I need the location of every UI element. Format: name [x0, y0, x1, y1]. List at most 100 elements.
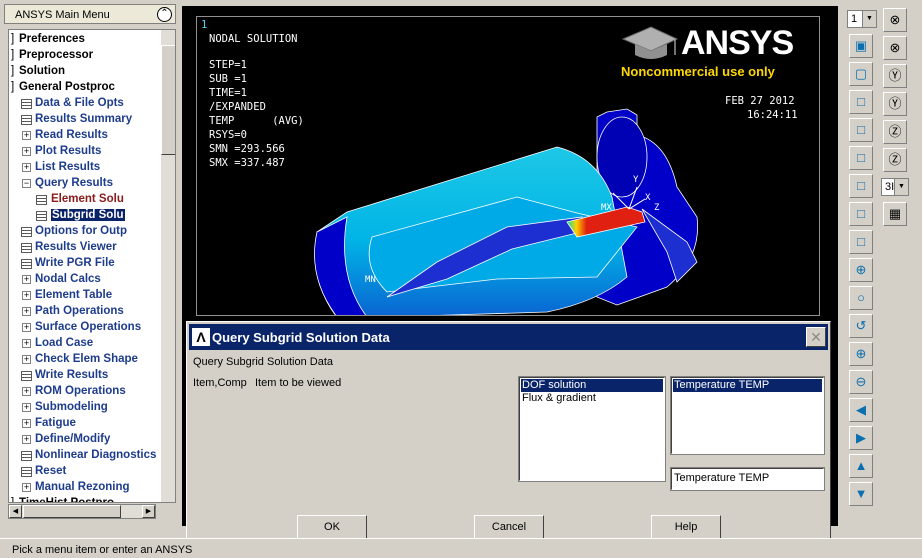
- left-view-icon: □: [857, 206, 865, 221]
- expand-icon[interactable]: +: [22, 387, 31, 396]
- list-item[interactable]: Temperature TEMP: [673, 379, 822, 392]
- window-select[interactable]: 1 ▼: [847, 10, 877, 28]
- right-view-icon: □: [857, 234, 865, 249]
- zoom-back-icon: ↺: [855, 318, 867, 333]
- dialog-titlebar[interactable]: Λ Query Subgrid Solution Data ✕: [189, 324, 828, 350]
- expand-icon[interactable]: +: [22, 355, 31, 364]
- rotate-z-plus-button[interactable]: Ⓩ: [883, 120, 907, 144]
- collapse-icon[interactable]: −: [22, 179, 31, 188]
- list-item[interactable]: DOF solution: [521, 379, 663, 392]
- top-view-button[interactable]: □: [849, 146, 873, 170]
- menu-item-label: Nodal Calcs: [35, 273, 101, 285]
- back-view-icon: □: [857, 122, 865, 137]
- ansys-logo-text: ANSYS: [681, 24, 794, 62]
- menu-item-label: Define/Modify: [35, 433, 111, 445]
- selected-value-text: Temperature TEMP: [674, 472, 770, 484]
- pan-down-button[interactable]: ▼: [849, 482, 873, 506]
- zoom-in-icon: ⊕: [855, 262, 867, 277]
- rotate-y-minus-button[interactable]: Ⓨ: [883, 92, 907, 116]
- bottom-view-button[interactable]: □: [849, 174, 873, 198]
- menu-item-label: Surface Operations: [35, 321, 142, 333]
- expand-icon[interactable]: +: [22, 403, 31, 412]
- dialog-title: Query Subgrid Solution Data: [212, 330, 390, 345]
- category-list[interactable]: DOF solution Flux & gradient: [518, 376, 666, 482]
- solution-line-6: /EXPANDED: [209, 101, 266, 113]
- graphics-viewport[interactable]: 1 NODAL SOLUTION STEP=1 SUB =1 TIME=1 /E…: [196, 16, 820, 316]
- view-select-value: 3I: [885, 181, 895, 193]
- chevron-down-icon[interactable]: ▼: [862, 11, 876, 27]
- menu-horizontal-scrollbar[interactable]: ◀ ▶: [8, 504, 156, 519]
- selected-value-field[interactable]: Temperature TEMP: [670, 467, 825, 491]
- solution-line-10: SMX =337.487: [209, 157, 285, 169]
- view-select[interactable]: 3I ▼: [881, 178, 909, 196]
- isometric-view-button[interactable]: ▣: [849, 34, 873, 58]
- rotate-x-plus-icon: ⊗: [889, 12, 901, 27]
- left-view-button[interactable]: □: [849, 202, 873, 226]
- dialog-heading: Query Subgrid Solution Data: [193, 356, 334, 368]
- rotate-x-plus-button[interactable]: ⊗: [883, 8, 907, 32]
- menu-command-icon: [21, 227, 32, 237]
- expand-icon[interactable]: +: [22, 323, 31, 332]
- zoom-back-button[interactable]: ↺: [849, 314, 873, 338]
- close-icon[interactable]: ✕: [806, 327, 826, 347]
- pan-left-button[interactable]: ◀: [849, 398, 873, 422]
- expand-icon[interactable]: +: [22, 419, 31, 428]
- help-button[interactable]: Help: [651, 515, 721, 540]
- menu-item-label: Submodeling: [35, 401, 108, 413]
- rotate-z-minus-button[interactable]: Ⓩ: [883, 148, 907, 172]
- menu-item-label: Element Table: [35, 289, 113, 301]
- pan-right-button[interactable]: ▶: [849, 426, 873, 450]
- menu-command-icon: [36, 195, 47, 205]
- main-menu-title: ANSYS Main Menu: [15, 9, 110, 21]
- front-view-icon: □: [857, 94, 865, 109]
- dynamic-mode-button[interactable]: ▦: [883, 202, 907, 226]
- dynamic-mode-icon: ▦: [888, 206, 902, 221]
- list-item[interactable]: Flux & gradient: [521, 392, 663, 405]
- component-list[interactable]: Temperature TEMP: [670, 376, 825, 455]
- ansys-icon: Λ: [192, 328, 210, 346]
- menu-hscroll-thumb[interactable]: [23, 505, 121, 518]
- expand-icon[interactable]: +: [22, 147, 31, 156]
- expand-icon[interactable]: +: [22, 291, 31, 300]
- menu-item-label: Check Elem Shape: [35, 353, 138, 365]
- zoom-button[interactable]: ○: [849, 286, 873, 310]
- menu-item-label: ROM Operations: [35, 385, 126, 397]
- front-view-button[interactable]: □: [849, 90, 873, 114]
- chevron-down-icon[interactable]: ▼: [894, 179, 908, 195]
- magnify-icon: ⊕: [855, 346, 867, 361]
- query-subgrid-dialog: Λ Query Subgrid Solution Data ✕ Query Su…: [186, 321, 831, 558]
- menu-item-label: Results Viewer: [35, 241, 117, 253]
- rotate-y-plus-button[interactable]: Ⓨ: [883, 64, 907, 88]
- main-menu-panel: ANSYS Main Menu ⌃ ] Preferences] Preproces…: [0, 0, 180, 534]
- cancel-button[interactable]: Cancel: [474, 515, 544, 540]
- ok-button[interactable]: OK: [297, 515, 367, 540]
- pan-up-button[interactable]: ▲: [849, 454, 873, 478]
- rotate-x-minus-icon: ⊗: [889, 40, 901, 55]
- label-min: MN: [365, 275, 376, 285]
- expand-icon[interactable]: +: [22, 483, 31, 492]
- rotate-x-minus-button[interactable]: ⊗: [883, 36, 907, 60]
- solution-line-9: SMN =293.566: [209, 143, 285, 155]
- back-view-button[interactable]: □: [849, 118, 873, 142]
- expand-icon[interactable]: +: [22, 307, 31, 316]
- expand-icon[interactable]: +: [22, 339, 31, 348]
- expand-icon[interactable]: +: [22, 163, 31, 172]
- expand-icon[interactable]: +: [22, 435, 31, 444]
- expand-icon[interactable]: +: [22, 131, 31, 140]
- menu-scroll-thumb[interactable]: [161, 45, 175, 155]
- menu-item-label: Read Results: [35, 129, 108, 141]
- right-view-button[interactable]: □: [849, 230, 873, 254]
- expand-icon[interactable]: +: [22, 275, 31, 284]
- pan-up-icon: ▲: [854, 458, 868, 473]
- oblique-view-button[interactable]: ▢: [849, 62, 873, 86]
- scroll-right-icon[interactable]: ▶: [142, 505, 155, 518]
- scroll-left-icon[interactable]: ◀: [9, 505, 22, 518]
- magnify-button[interactable]: ⊕: [849, 342, 873, 366]
- menu-command-icon: [21, 259, 32, 269]
- demagnify-button[interactable]: ⊖: [849, 370, 873, 394]
- collapse-menu-icon[interactable]: ⌃: [157, 7, 172, 22]
- menu-vertical-scrollbar[interactable]: [161, 30, 175, 502]
- menu-command-icon: [21, 371, 32, 381]
- menu-item-label: Plot Results: [35, 145, 102, 157]
- zoom-in-button[interactable]: ⊕: [849, 258, 873, 282]
